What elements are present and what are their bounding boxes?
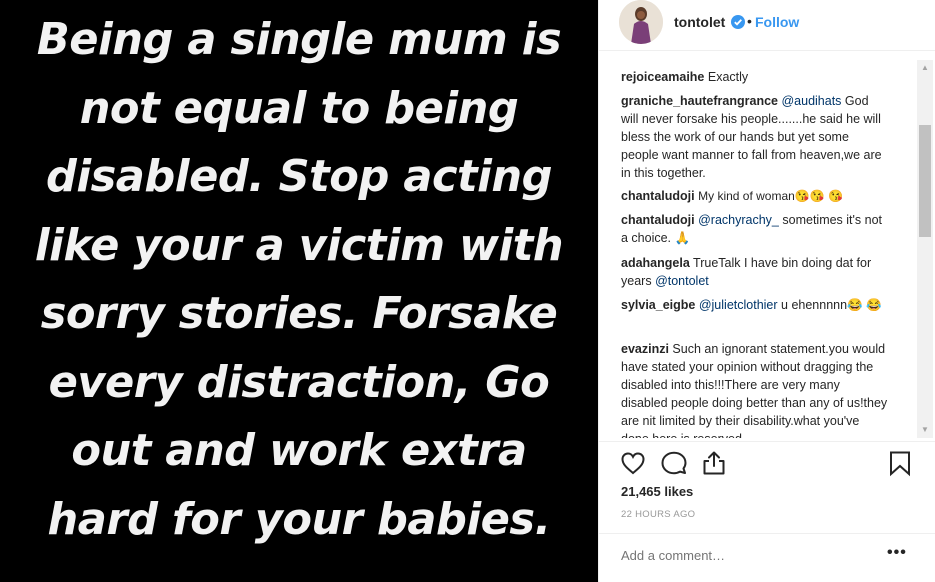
more-options-icon[interactable]: ••• [887,544,907,562]
comment-text: Exactly [707,70,749,84]
follow-button[interactable]: Follow [755,14,799,30]
comment-username[interactable]: rejoiceamaihe [621,70,704,84]
comment: adahangela TrueTalk I have bin doing dat… [621,254,889,290]
comment-mention[interactable]: @tontolet [655,274,709,288]
comment-bubble-icon[interactable] [660,449,688,477]
comment-mention[interactable]: @julietclothier [699,298,778,312]
comment: chantaludoji My kind of woman😘😘 😘 [621,187,889,205]
share-icon[interactable] [700,449,728,477]
verified-badge-icon [731,15,745,29]
add-comment-input[interactable] [621,548,871,563]
comment-username[interactable]: chantaludoji [621,189,695,203]
comment: evazinzi Such an ignorant statement.you … [621,340,889,438]
comment-username[interactable]: graniche_hautefrangrance [621,94,778,108]
comment-username[interactable]: chantaludoji [621,213,695,227]
comment-username[interactable]: sylvia_eigbe [621,298,695,312]
avatar[interactable] [619,0,663,44]
comment-text: Such an ignorant statement.you would hav… [621,342,888,438]
comment-mention[interactable]: @rachyrachy_ [698,213,779,227]
comment: graniche_hautefrangrance @audihats God w… [621,92,889,182]
likes-count[interactable]: 21,465 likes [621,484,693,499]
divider [599,441,935,442]
comment: rejoiceamaihe Exactly [621,68,889,86]
comment: chantaludoji @rachyrachy_ sometimes it's… [621,211,889,247]
divider [599,533,935,534]
comment-mention[interactable]: @audihats [781,94,841,108]
username[interactable]: tontolet [674,14,725,30]
scroll-up-arrow-icon[interactable]: ▲ [917,60,933,76]
comment-text: u ehennnnn😂 😂 [781,298,882,312]
post-sidebar: tontolet • Follow rejoiceamaihe Exactly … [598,0,935,582]
post-timestamp[interactable]: 22 HOURS AGO [621,509,695,520]
like-heart-icon[interactable] [619,449,647,477]
bookmark-icon[interactable] [886,449,914,477]
post-image-text: Being a single mum is not equal to being… [34,14,564,545]
post-header: tontolet • Follow [599,0,935,51]
separator-dot: • [747,13,752,29]
post-image[interactable]: Being a single mum is not equal to being… [0,0,598,582]
scrollbar-thumb[interactable] [919,125,931,237]
scroll-down-arrow-icon[interactable]: ▼ [917,422,933,438]
comment-username[interactable]: adahangela [621,256,690,270]
comments-scrollbar[interactable]: ▲ ▼ [917,60,933,438]
comment: sylvia_eigbe @julietclothier u ehennnnn😂… [621,296,889,314]
comment-text: My kind of woman😘😘 😘 [698,189,843,203]
comments-list[interactable]: rejoiceamaihe Exactly graniche_hautefran… [599,60,918,438]
comment-username[interactable]: evazinzi [621,342,669,356]
